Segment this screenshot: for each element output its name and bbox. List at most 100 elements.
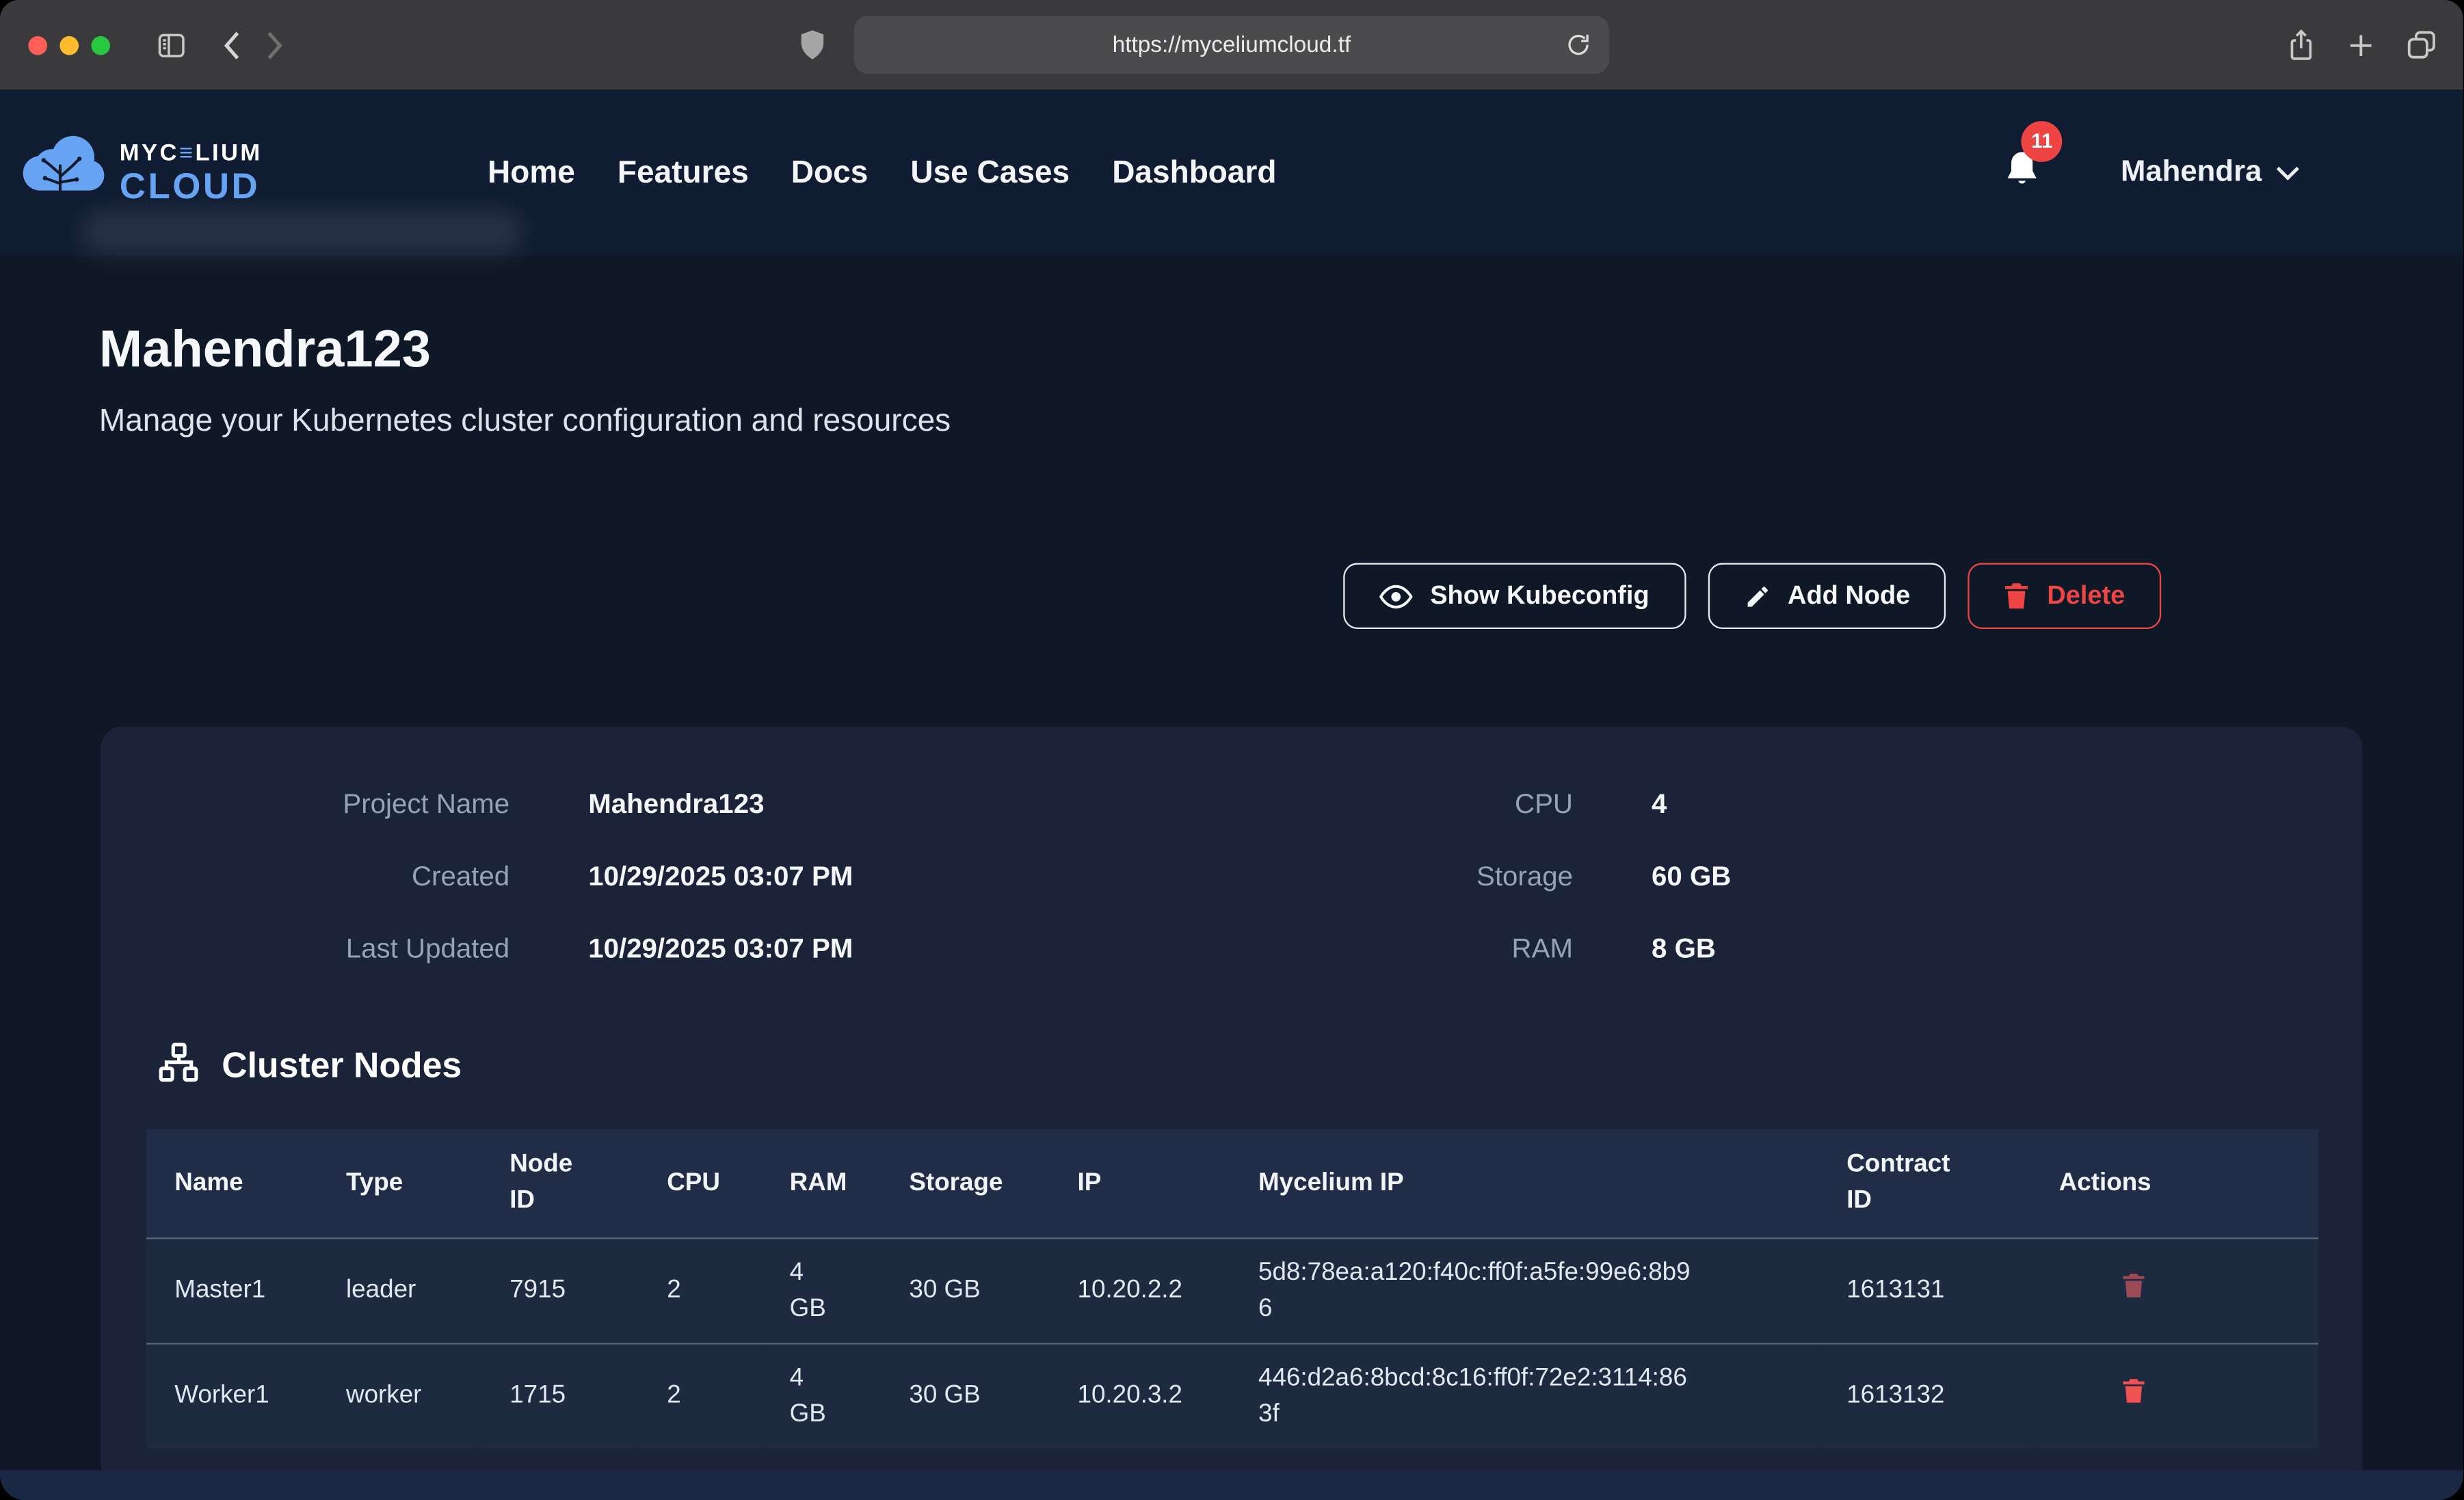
brand-line-mycelium: MYC≡LIUM xyxy=(120,142,263,165)
tab-overview-icon[interactable] xyxy=(2405,28,2438,61)
cell-actions xyxy=(2030,1237,2318,1343)
col-name: Name xyxy=(146,1129,318,1237)
col-type: Type xyxy=(318,1129,481,1237)
page-subtitle: Manage your Kubernetes cluster configura… xyxy=(99,404,2463,440)
last-updated-label: Last Updated xyxy=(101,932,509,965)
delete-node-button[interactable] xyxy=(2059,1272,2146,1298)
minimize-window-button[interactable] xyxy=(59,36,79,55)
col-ip: IP xyxy=(1049,1129,1230,1237)
brand-line-cloud: CLOUD xyxy=(120,168,263,204)
back-icon[interactable] xyxy=(220,29,242,61)
storage-label: Storage xyxy=(1131,859,1573,892)
close-window-button[interactable] xyxy=(28,36,47,55)
refresh-icon[interactable] xyxy=(1565,30,1592,60)
zoom-window-button[interactable] xyxy=(91,36,110,55)
col-ram: RAM xyxy=(761,1129,881,1237)
col-node-id: Node ID xyxy=(481,1129,639,1237)
cell-node-id: 1715 xyxy=(481,1343,639,1449)
last-updated-value: 10/29/2025 03:07 PM xyxy=(588,932,853,965)
cell-actions xyxy=(2030,1343,2318,1449)
cell-ip: 10.20.3.2 xyxy=(1049,1343,1230,1449)
cell-name: Worker1 xyxy=(146,1343,318,1449)
show-kubeconfig-label: Show Kubeconfig xyxy=(1430,581,1649,611)
cluster-info-right: CPU 4 Storage 60 GB RAM 8 GB xyxy=(1131,767,2363,984)
user-menu[interactable]: Mahendra xyxy=(2121,156,2300,191)
notification-badge: 11 xyxy=(2022,120,2063,161)
nav-link-home[interactable]: Home xyxy=(488,155,575,191)
navbar-right: 11 Mahendra xyxy=(2001,147,2299,199)
cpu-value: 4 xyxy=(1652,787,1667,820)
delete-cluster-button[interactable]: Delete xyxy=(1968,563,2161,629)
col-storage: Storage xyxy=(881,1129,1049,1237)
chevron-down-icon xyxy=(2276,156,2300,191)
pencil-icon xyxy=(1744,582,1771,609)
nav-link-features[interactable]: Features xyxy=(618,155,749,191)
browser-window: https://myceliumcloud.tf xyxy=(0,0,2463,1500)
cluster-details-card: Project Name Mahendra123 Created 10/29/2… xyxy=(101,727,2362,1486)
delete-label: Delete xyxy=(2047,581,2125,611)
brand-e-glyph: ≡ xyxy=(179,140,196,167)
ram-label: RAM xyxy=(1131,932,1573,965)
table-row: Master1 leader 7915 2 4 GB 30 GB 10.20.2… xyxy=(146,1237,2318,1343)
cell-mycelium-ip: 5d8:78ea:a120:f40c:ff0f:a5fe:99e6:8b96 xyxy=(1230,1237,1818,1343)
cell-type: worker xyxy=(318,1343,481,1449)
cell-mycelium-ip: 446:d2a6:8bcd:8c16:ff0f:72e2:3114:863f xyxy=(1230,1343,1818,1449)
browser-chrome: https://myceliumcloud.tf xyxy=(0,0,2463,90)
eye-icon xyxy=(1380,582,1413,609)
cell-ram: 4 GB xyxy=(761,1343,881,1449)
table-header-row: Name Type Node ID CPU RAM Storage IP Myc… xyxy=(146,1129,2318,1237)
privacy-blur-patch xyxy=(82,211,522,253)
nav-link-use-cases[interactable]: Use Cases xyxy=(910,155,1070,191)
created-label: Created xyxy=(101,859,509,892)
cluster-nodes-table: Name Type Node ID CPU RAM Storage IP Myc… xyxy=(146,1129,2318,1448)
cluster-info-left: Project Name Mahendra123 Created 10/29/2… xyxy=(101,767,1131,984)
project-name-label: Project Name xyxy=(101,787,509,820)
user-name: Mahendra xyxy=(2121,156,2262,191)
mycelium-cloud-logo-icon xyxy=(19,135,107,212)
cell-ip: 10.20.2.2 xyxy=(1049,1237,1230,1343)
privacy-shield-icon xyxy=(799,28,825,61)
col-actions: Actions xyxy=(2030,1129,2318,1237)
share-icon[interactable] xyxy=(2286,27,2317,62)
cell-ram: 4 GB xyxy=(761,1237,881,1343)
cell-contract-id: 1613131 xyxy=(1818,1237,2031,1343)
page-title: Mahendra123 xyxy=(99,319,2463,379)
add-node-button[interactable]: Add Node xyxy=(1708,563,1946,629)
top-navbar: MYC≡LIUM CLOUD Home Features Docs Use Ca… xyxy=(0,90,2463,256)
cluster-info: Project Name Mahendra123 Created 10/29/2… xyxy=(101,767,2362,984)
forward-icon[interactable] xyxy=(264,29,286,61)
show-kubeconfig-button[interactable]: Show Kubeconfig xyxy=(1344,563,1686,629)
brand-logo[interactable]: MYC≡LIUM CLOUD xyxy=(19,135,488,212)
storage-value: 60 GB xyxy=(1652,859,1731,892)
col-contract-id: Contract ID xyxy=(1818,1129,2031,1237)
viewport: https://myceliumcloud.tf xyxy=(0,0,2463,1500)
col-cpu: CPU xyxy=(639,1129,761,1237)
table-row: Worker1 worker 1715 2 4 GB 30 GB 10.20.3… xyxy=(146,1343,2318,1449)
cell-cpu: 2 xyxy=(639,1343,761,1449)
traffic-lights xyxy=(28,36,110,55)
chrome-right-controls xyxy=(2286,27,2438,62)
cell-node-id: 7915 xyxy=(481,1237,639,1343)
col-mycelium-ip: Mycelium IP xyxy=(1230,1129,1818,1237)
cpu-label: CPU xyxy=(1131,787,1573,820)
nav-link-dashboard[interactable]: Dashboard xyxy=(1112,155,1276,191)
project-name-value: Mahendra123 xyxy=(588,787,764,820)
created-value: 10/29/2025 03:07 PM xyxy=(588,859,853,892)
url-bar[interactable]: https://myceliumcloud.tf xyxy=(854,16,1609,74)
notifications-bell-icon[interactable]: 11 xyxy=(2001,147,2043,199)
cell-cpu: 2 xyxy=(639,1237,761,1343)
nav-links: Home Features Docs Use Cases Dashboard xyxy=(488,155,1276,191)
nav-link-docs[interactable]: Docs xyxy=(791,155,868,191)
sidebar-toggle-icon[interactable] xyxy=(154,29,189,61)
site-page: MYC≡LIUM CLOUD Home Features Docs Use Ca… xyxy=(0,90,2463,1500)
network-nodes-icon xyxy=(157,1041,200,1092)
cell-storage: 30 GB xyxy=(881,1237,1049,1343)
delete-node-button[interactable] xyxy=(2059,1378,2146,1404)
url-text: https://myceliumcloud.tf xyxy=(1113,32,1351,57)
cell-name: Master1 xyxy=(146,1237,318,1343)
new-tab-icon[interactable] xyxy=(2345,29,2376,61)
cluster-actions: Show Kubeconfig Add Node xyxy=(0,563,2463,629)
cluster-nodes-header: Cluster Nodes xyxy=(157,1041,2363,1092)
add-node-label: Add Node xyxy=(1788,581,1910,611)
trash-icon xyxy=(2004,582,2030,610)
